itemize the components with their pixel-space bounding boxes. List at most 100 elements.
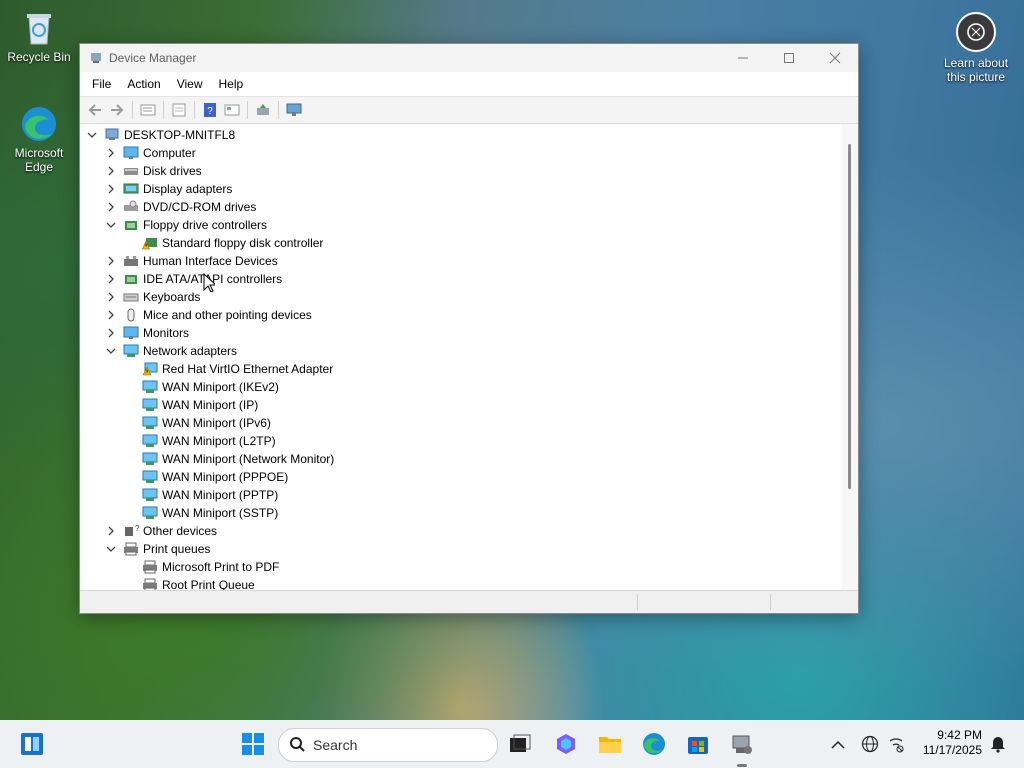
tree-item[interactable]: Computer [105, 144, 196, 162]
network-icon [142, 380, 158, 394]
view-icon[interactable] [221, 99, 243, 121]
toolbar-separator [278, 101, 279, 119]
monitor-icon [123, 146, 139, 160]
tree-item[interactable]: Monitors [105, 324, 189, 342]
tree-item[interactable]: DESKTOP-MNITFL8 [86, 126, 235, 144]
show-hide-icon[interactable] [168, 99, 190, 121]
vertical-scrollbar[interactable] [842, 124, 858, 590]
tree-item[interactable]: Microsoft Print to PDF [142, 558, 279, 576]
store-icon[interactable] [686, 732, 710, 756]
tree-item[interactable]: Mice and other pointing devices [105, 306, 312, 324]
network-icon [142, 488, 158, 502]
clock[interactable]: 9:42 PM 11/17/2025 [923, 728, 982, 758]
network-disconnected-icon[interactable] [884, 732, 908, 756]
chevron-right-icon[interactable] [105, 525, 117, 537]
chevron-right-icon[interactable] [105, 327, 117, 339]
copilot-icon[interactable] [554, 732, 578, 756]
title-bar[interactable]: Device Manager [80, 44, 858, 72]
taskbar-search[interactable]: Search [278, 728, 498, 762]
minimize-icon [738, 57, 748, 59]
tree-item[interactable]: WAN Miniport (SSTP) [142, 504, 278, 522]
tree-item[interactable]: ? Other devices [105, 522, 217, 540]
chevron-right-icon[interactable] [105, 309, 117, 321]
tree-item-label: Monitors [143, 326, 190, 340]
chevron-down-icon[interactable] [105, 219, 117, 231]
update-driver-icon[interactable] [252, 99, 274, 121]
file-explorer-icon[interactable] [598, 732, 622, 756]
help-icon[interactable]: ? [199, 99, 221, 121]
chevron-down-icon[interactable] [105, 543, 117, 555]
tree-item[interactable]: WAN Miniport (PPPOE) [142, 468, 288, 486]
learn-line-2: this picture [946, 70, 1006, 84]
tree-item[interactable]: Network adapters [105, 342, 237, 360]
scan-hardware-icon[interactable] [283, 99, 305, 121]
chevron-right-icon[interactable] [105, 165, 117, 177]
tree-item-label: Human Interface Devices [143, 254, 278, 268]
desktop-icon-recycle-bin[interactable]: Recycle Bin [4, 8, 74, 64]
minimize-button[interactable] [720, 44, 766, 72]
tree-item[interactable]: Standard floppy disk controller [142, 234, 323, 252]
tree-item[interactable]: Keyboards [105, 288, 200, 306]
notification-bell-icon[interactable] [986, 732, 1010, 756]
tree-item[interactable]: Root Print Queue [142, 576, 255, 590]
chevron-right-icon[interactable] [105, 255, 117, 267]
menu-action[interactable]: Action [119, 72, 168, 96]
status-divider [770, 594, 771, 610]
chevron-right-icon[interactable] [105, 147, 117, 159]
mouse-icon [123, 308, 139, 322]
chevron-up-icon[interactable] [826, 732, 850, 756]
chevron-right-icon[interactable] [105, 273, 117, 285]
tree-item-label: WAN Miniport (L2TP) [162, 434, 276, 448]
task-view-icon[interactable] [508, 732, 532, 756]
chevron-right-icon[interactable] [105, 183, 117, 195]
chevron-down-icon[interactable] [105, 345, 117, 357]
mouse-cursor-icon [203, 272, 218, 295]
tree-item-label: Red Hat VirtIO Ethernet Adapter [162, 362, 334, 376]
widgets-icon[interactable] [20, 732, 44, 756]
tree-item[interactable]: Print queues [105, 540, 210, 558]
language-globe-icon[interactable] [858, 732, 882, 756]
tree-item-label: Keyboards [143, 290, 201, 304]
desktop-icon-edge[interactable]: Microsoft Edge [4, 104, 74, 174]
tree-item[interactable]: WAN Miniport (Network Monitor) [142, 450, 334, 468]
close-button[interactable] [812, 44, 858, 72]
menu-file[interactable]: File [84, 72, 119, 96]
tree-item[interactable]: WAN Miniport (IP) [142, 396, 258, 414]
tree-item[interactable]: Disk drives [105, 162, 202, 180]
tree-item-label: Computer [143, 146, 196, 160]
edge-icon [19, 104, 59, 144]
maximize-button[interactable] [766, 44, 812, 72]
properties-icon[interactable] [137, 99, 159, 121]
start-icon[interactable] [241, 732, 265, 756]
scrollbar-thumb[interactable] [848, 144, 851, 489]
tree-item[interactable]: IDE ATA/ATAPI controllers [105, 270, 282, 288]
network-icon [142, 398, 158, 412]
tree-item[interactable]: WAN Miniport (IKEv2) [142, 378, 279, 396]
device-manager-taskbar-icon[interactable] [730, 732, 754, 756]
printer-icon [142, 560, 158, 574]
menu-help[interactable]: Help [211, 72, 252, 96]
learn-about-picture[interactable]: Learn about this picture [940, 12, 1012, 84]
tree-item[interactable]: DVD/CD-ROM drives [105, 198, 256, 216]
monitor-icon [123, 326, 139, 340]
chevron-right-icon[interactable] [105, 291, 117, 303]
toolbar-separator [194, 101, 195, 119]
forward-icon[interactable] [106, 99, 128, 121]
chevron-down-icon[interactable] [86, 129, 98, 141]
toolbar-separator [163, 101, 164, 119]
tree-item[interactable]: WAN Miniport (IPv6) [142, 414, 271, 432]
tree-item[interactable]: Human Interface Devices [105, 252, 278, 270]
chevron-right-icon[interactable] [105, 201, 117, 213]
recycle-bin-icon [19, 8, 59, 48]
back-icon[interactable] [84, 99, 106, 121]
tree-item[interactable]: Display adapters [105, 180, 232, 198]
network-icon [142, 434, 158, 448]
tree-item[interactable]: Floppy drive controllers [105, 216, 267, 234]
network-icon [142, 416, 158, 430]
tree-item[interactable]: WAN Miniport (PPTP) [142, 486, 278, 504]
menu-view[interactable]: View [169, 72, 211, 96]
edge-taskbar-icon[interactable] [642, 732, 666, 756]
status-bar [80, 590, 858, 613]
tree-item[interactable]: Red Hat VirtIO Ethernet Adapter [142, 360, 333, 378]
tree-item[interactable]: WAN Miniport (L2TP) [142, 432, 276, 450]
